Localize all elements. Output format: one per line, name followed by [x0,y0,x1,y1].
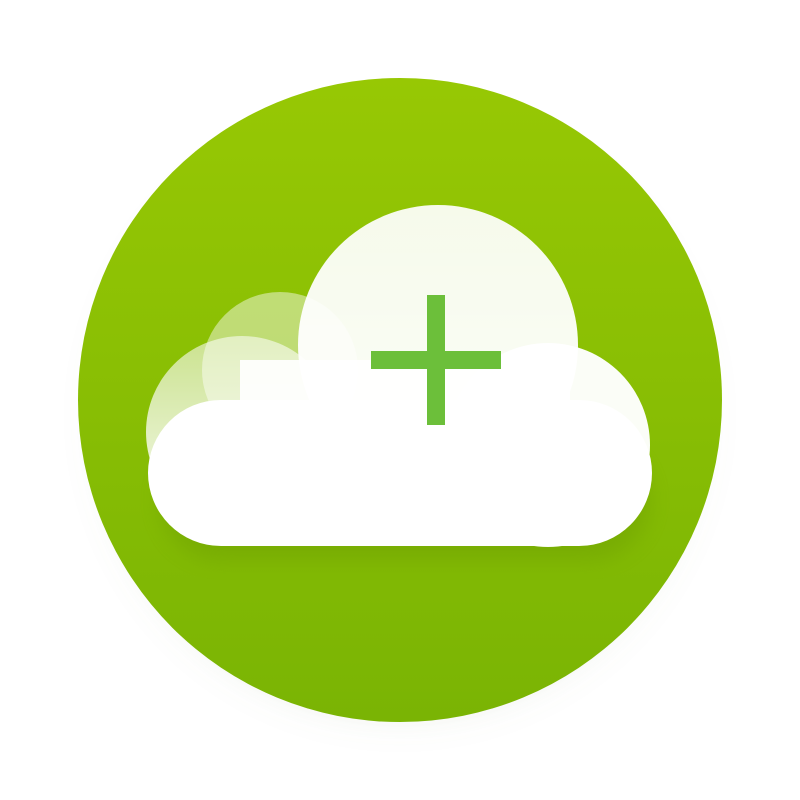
cloud-add-app-icon[interactable] [0,0,800,800]
app-icon-stage [0,0,800,800]
cloud-body-fill [240,360,570,546]
plus-horizontal-bar [371,351,501,369]
